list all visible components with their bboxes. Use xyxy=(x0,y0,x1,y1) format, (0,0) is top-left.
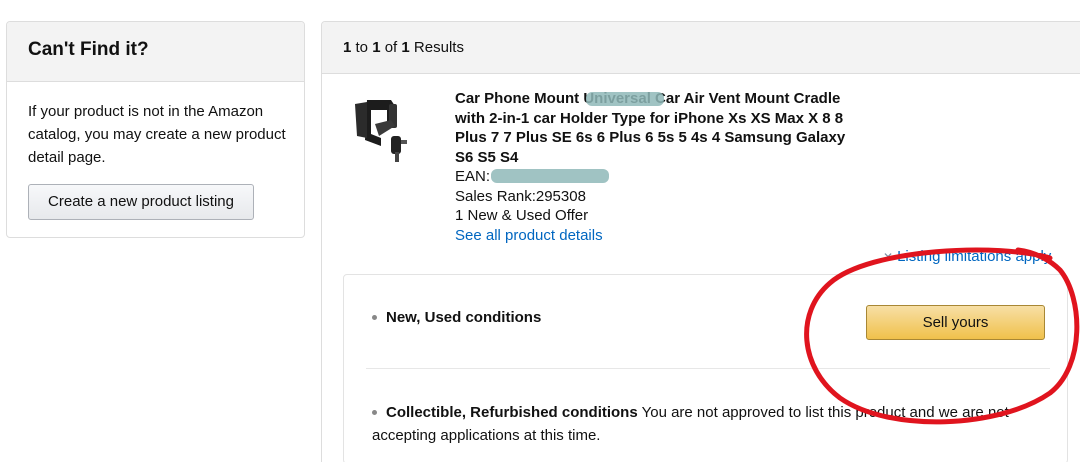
title-redaction-mark xyxy=(586,92,664,106)
divider xyxy=(366,368,1050,369)
sales-rank: Sales Rank:295308 xyxy=(455,187,586,205)
results-total: 1 xyxy=(401,39,410,56)
results-count: 1 to 1 of 1 Results xyxy=(322,22,1080,74)
bullet-icon xyxy=(372,409,377,415)
close-icon: ✕ xyxy=(883,250,894,264)
collectible-condition-label: Collectible, Refurbished conditions xyxy=(386,404,638,421)
results-range-end: 1 xyxy=(372,39,381,56)
see-all-details-link[interactable]: See all product details xyxy=(455,226,855,246)
listing-limitations-label: Listing limitations apply xyxy=(897,248,1052,265)
sell-yours-button[interactable]: Sell yours xyxy=(866,305,1045,340)
results-range-start: 1 xyxy=(343,39,352,56)
collectible-condition-row: Collectible, Refurbished conditions You … xyxy=(372,401,1052,447)
results-of-text: of xyxy=(384,39,398,56)
cant-find-it-panel: Can't Find it? If your product is not in… xyxy=(6,21,305,238)
product-image[interactable] xyxy=(351,96,413,164)
new-used-condition-row: New, Used conditions xyxy=(372,309,541,326)
results-to-text: to xyxy=(355,39,369,56)
new-used-condition-label: New, Used conditions xyxy=(386,309,542,326)
ean-line: EAN: xyxy=(455,167,855,187)
product-info: Car Phone Mount Universal Car Air Vent M… xyxy=(455,89,855,245)
panel-title: Can't Find it? xyxy=(7,22,304,82)
results-label: Results xyxy=(413,39,464,56)
redaction-mark xyxy=(491,169,609,183)
bullet-icon xyxy=(372,314,377,320)
ean-label: EAN: xyxy=(455,168,491,185)
panel-description: If your product is not in the Amazon cat… xyxy=(28,103,286,166)
listing-limitations-link[interactable]: ✕ Listing limitations apply xyxy=(883,248,1051,265)
create-listing-button[interactable]: Create a new product listing xyxy=(28,184,254,220)
offer-count: 1 New & Used Offer xyxy=(455,207,589,224)
